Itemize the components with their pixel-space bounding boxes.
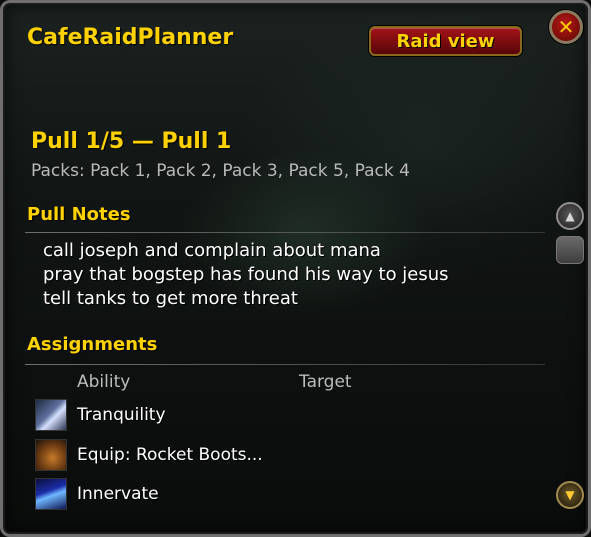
pull-title: Pull 1/5 — Pull 1 <box>31 129 232 154</box>
assignment-row[interactable]: Innervate <box>35 478 435 512</box>
ability-name: Tranquility <box>77 405 166 425</box>
raid-view-button[interactable]: Raid view <box>369 26 522 56</box>
addon-window: CafeRaidPlanner Raid view ✕ Pull 1/5 — P… <box>0 0 591 537</box>
close-icon: ✕ <box>557 15 575 39</box>
assignments-divider <box>25 364 545 365</box>
assignments-header: Assignments <box>27 334 158 355</box>
scroll-down-button[interactable]: ▼ <box>556 481 584 509</box>
chevron-down-icon: ▼ <box>565 488 575 502</box>
ability-name: Equip: Rocket Boots... <box>77 445 263 465</box>
note-line: pray that bogstep has found his way to j… <box>43 264 449 285</box>
window-title: CafeRaidPlanner <box>27 25 234 50</box>
scroll-up-button[interactable]: ▲ <box>556 202 584 230</box>
pull-notes-text: call joseph and complain about mana pray… <box>43 239 449 311</box>
target-column-header: Target <box>299 372 352 392</box>
innervate-icon <box>35 478 67 510</box>
note-line: call joseph and complain about mana <box>43 240 381 261</box>
rocket-boots-icon <box>35 439 67 471</box>
close-button[interactable]: ✕ <box>549 10 583 44</box>
pull-notes-divider <box>25 232 545 233</box>
note-line: tell tanks to get more threat <box>43 288 298 309</box>
packs-list: Packs: Pack 1, Pack 2, Pack 3, Pack 5, P… <box>31 161 410 181</box>
pull-notes-header: Pull Notes <box>27 204 131 225</box>
assignment-row[interactable]: Tranquility <box>35 399 435 433</box>
ability-name: Innervate <box>77 484 159 504</box>
chevron-up-icon: ▲ <box>565 209 575 223</box>
ability-column-header: Ability <box>77 372 131 392</box>
scrollbar-thumb[interactable] <box>556 236 584 264</box>
assignment-row[interactable]: Equip: Rocket Boots... <box>35 439 435 473</box>
tranquility-icon <box>35 399 67 431</box>
